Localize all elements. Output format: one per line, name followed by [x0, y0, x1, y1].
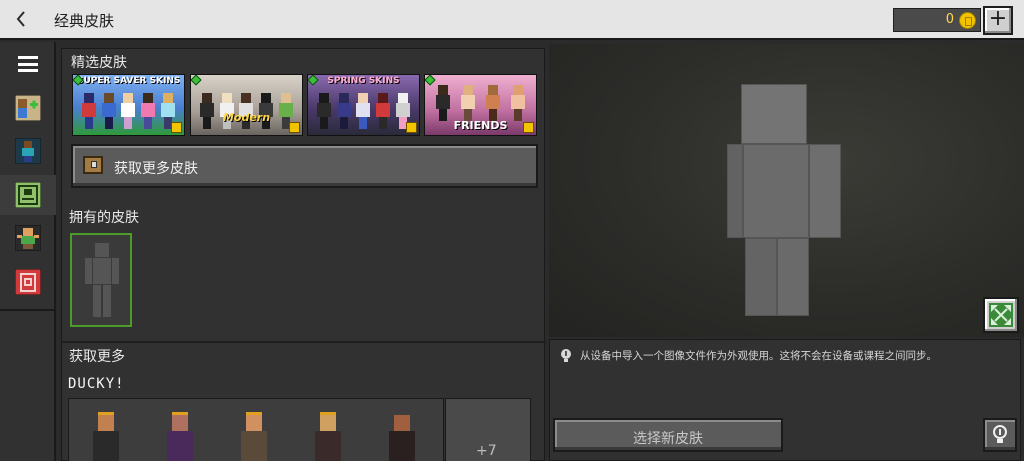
chevron-left-icon — [16, 11, 25, 27]
featured-packs-row: SUPER SAVER SKINS Modern SPRING SKINS FR… — [72, 74, 538, 136]
featured-skins-heading: 精选皮肤 — [71, 55, 127, 71]
skin-thumbnail — [165, 412, 195, 461]
fullscreen-button[interactable] — [983, 297, 1019, 333]
sidebar-divider — [0, 309, 56, 311]
section-divider — [62, 341, 546, 343]
pack-characters — [431, 81, 530, 121]
sidebar-item-menu[interactable] — [0, 44, 56, 84]
skin-thumbnail — [313, 412, 343, 461]
owned-skins-heading: 拥有的皮肤 — [69, 210, 139, 226]
pack-characters — [79, 89, 178, 129]
skin-mannequin — [727, 84, 843, 316]
featured-pack-4[interactable]: FRIENDS — [424, 74, 537, 136]
top-bar: 经典皮肤 0 + — [0, 0, 1024, 40]
ducky-pack-preview[interactable] — [68, 398, 444, 461]
featured-pack-1[interactable]: SUPER SAVER SKINS — [72, 74, 185, 136]
plus-icon: + — [988, 6, 1008, 31]
skin-thumbnail — [239, 412, 269, 461]
pack-title: SUPER SAVER SKINS — [77, 76, 180, 86]
get-more-heading: 获取更多 — [69, 349, 125, 365]
choose-new-skin-label: 选择新皮肤 — [633, 431, 703, 447]
pack-name: DUCKY! — [68, 376, 125, 392]
import-skin-panel: 从设备中导入一个图像文件作为外观使用。这将不会在设备或课程之间同步。 选择新皮肤 — [549, 339, 1021, 461]
help-tip-button[interactable] — [983, 418, 1017, 452]
skin-thumbnail — [91, 412, 121, 461]
marketplace-diamond-icon — [191, 75, 202, 86]
minecoin-icon — [406, 122, 417, 133]
pack-title: SPRING SKINS — [327, 76, 400, 86]
sidebar — [0, 42, 56, 461]
skin-book-icon — [15, 182, 41, 208]
skin-silhouette-icon — [85, 243, 119, 317]
minecoin-icon — [959, 12, 976, 29]
expand-icon — [989, 303, 1013, 327]
more-skins-tile[interactable]: +7 — [445, 398, 531, 461]
sidebar-item-dressing-room[interactable] — [0, 131, 56, 171]
sidebar-item-classic-skins[interactable] — [0, 175, 56, 215]
cape-icon — [15, 269, 41, 295]
pack-title: Modern — [222, 111, 271, 124]
emote-icon — [15, 225, 41, 251]
choose-new-skin-button[interactable]: 选择新皮肤 — [553, 418, 783, 452]
sidebar-item-capes[interactable] — [0, 262, 56, 302]
back-button[interactable] — [8, 6, 34, 32]
owned-skin-tile[interactable] — [70, 233, 132, 327]
featured-pack-3[interactable]: SPRING SKINS — [307, 74, 420, 136]
coin-count: 0 — [945, 12, 954, 27]
lightbulb-icon — [561, 349, 571, 362]
coin-balance: 0 — [893, 8, 981, 32]
import-info-text: 从设备中导入一个图像文件作为外观使用。这将不会在设备或课程之间同步。 — [580, 350, 937, 362]
skins-panel: 精选皮肤 SUPER SAVER SKINS Modern SPRING SKI… — [61, 48, 546, 461]
get-more-skins-button[interactable]: 获取更多皮肤 — [71, 144, 538, 188]
more-skins-count: +7 — [476, 443, 497, 459]
get-more-skins-label: 获取更多皮肤 — [114, 161, 198, 177]
pack-characters — [314, 89, 413, 129]
skin-preview[interactable] — [549, 44, 1024, 337]
skin-thumbnail — [387, 415, 417, 461]
chest-icon — [83, 156, 103, 174]
sidebar-item-character-creator[interactable] — [0, 88, 56, 128]
sidebar-item-emotes[interactable] — [0, 218, 56, 258]
character-icon — [15, 138, 41, 164]
menu-icon — [18, 56, 38, 72]
buy-coins-button[interactable]: + — [983, 6, 1013, 35]
featured-pack-2[interactable]: Modern — [190, 74, 303, 136]
lightbulb-icon — [993, 425, 1007, 443]
page-title: 经典皮肤 — [54, 12, 115, 30]
minecoin-icon — [289, 122, 300, 133]
character-plus-icon — [15, 95, 41, 121]
minecoin-icon — [523, 122, 534, 133]
minecoin-icon — [171, 122, 182, 133]
pack-title: FRIENDS — [453, 119, 508, 132]
